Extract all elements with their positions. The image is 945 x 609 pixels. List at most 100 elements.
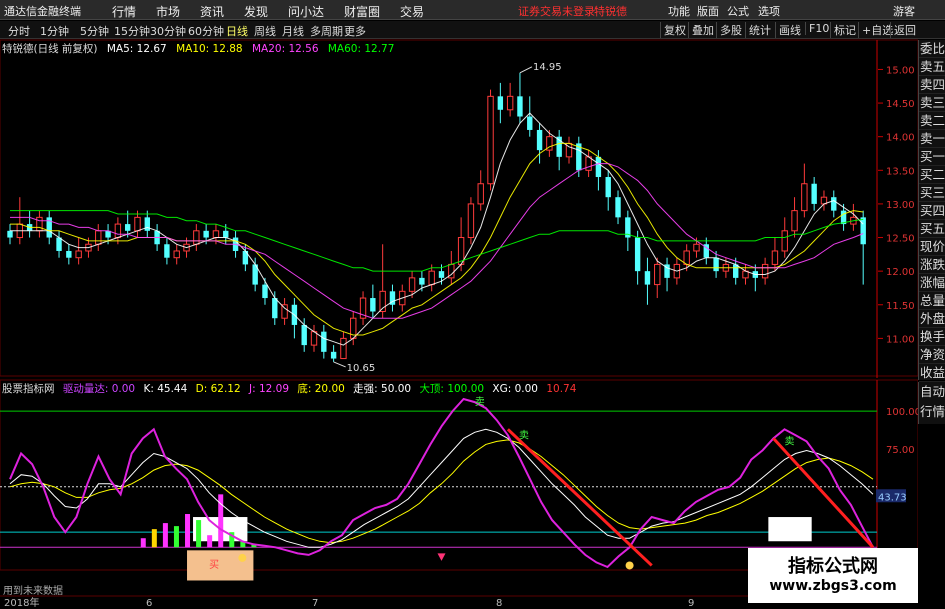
sub-tick-label: 43.73 <box>878 492 907 503</box>
candle-body-up <box>506 95 514 111</box>
candle-body-up <box>585 156 592 171</box>
candle-body-down <box>164 244 170 258</box>
candle-body-up <box>801 183 808 212</box>
candle-body-up <box>771 250 779 265</box>
candle-body-up <box>487 95 494 185</box>
signal-bar <box>185 514 191 548</box>
y-tick-label: 13.50 <box>886 166 915 177</box>
indicator-item: XG: 0.00 <box>492 383 538 395</box>
future-data-note: 用到未来数据 <box>3 586 63 597</box>
lower-side-panel: 自动 行情 <box>918 382 945 424</box>
indicator-item: 走强: 50.00 <box>353 383 412 395</box>
quote-side-panel: 委比 卖五 卖四 卖三 卖二 卖一 买一 买二 买三 买四 买五 现价 涨跌 涨… <box>918 40 945 382</box>
candle-body-up <box>193 230 200 245</box>
y-tick-label: 12.00 <box>886 267 915 278</box>
candle-body-up <box>683 250 690 265</box>
candle-body-down <box>301 324 307 346</box>
main-panel-frame <box>0 39 918 377</box>
panel-item[interactable]: 买五 <box>919 220 945 238</box>
candle-body-up <box>310 331 318 346</box>
panel-item[interactable]: 卖一 <box>919 130 945 148</box>
signal-bar <box>151 529 157 548</box>
low-label: 10.65 <box>347 363 376 374</box>
candle-body-down <box>124 224 131 231</box>
signal-bar <box>207 535 213 548</box>
candle-body-down <box>223 230 229 238</box>
candle-body-down <box>56 237 62 251</box>
panel-item[interactable]: 外盘 <box>919 310 945 328</box>
candle-body-up <box>173 250 180 259</box>
candle-body-down <box>733 264 739 278</box>
signal-bar <box>162 523 168 548</box>
indicator-item: 10.74 <box>546 383 577 395</box>
chart-canvas[interactable]: 11.00 11.50 12.00 12.50 13.00 13.50 14.00 14.50… <box>0 0 918 609</box>
candle-body-up <box>114 223 122 239</box>
candle-body-down <box>7 230 13 238</box>
diamond-marker <box>437 553 446 561</box>
y-tick-label: 14.00 <box>886 133 915 144</box>
panel-item[interactable]: 自动 <box>919 382 945 402</box>
candle-body-up <box>791 210 798 232</box>
panel-item[interactable]: 总量 <box>919 292 945 310</box>
indicator-item: 驱动量达: 0.00 <box>62 383 136 395</box>
series-line-D <box>9 439 874 544</box>
candle-body-down <box>605 177 611 198</box>
candle-body-down <box>634 237 641 272</box>
chart-title: 特锐德(日线 前复权) <box>2 43 98 55</box>
y-tick-label: 11.00 <box>886 334 915 345</box>
indicator-title: 股票指标网 <box>2 383 55 395</box>
x-tick-label: 2018年 <box>4 596 39 609</box>
candle-body-down <box>203 230 209 238</box>
indicator-item: K: 45.44 <box>143 383 188 395</box>
panel-item[interactable]: 卖五 <box>919 58 945 76</box>
panel-item[interactable]: 卖四 <box>919 76 945 94</box>
watermark-url: www.zbgs3.com <box>769 578 897 594</box>
signal-bar <box>140 538 146 548</box>
candle-body-down <box>595 156 602 178</box>
candle-body-down <box>615 197 621 218</box>
panel-item[interactable]: 行情 <box>919 402 945 422</box>
candle-body-up <box>781 230 788 252</box>
ma-line-ma10 <box>10 142 864 336</box>
panel-item[interactable]: 买四 <box>919 202 945 220</box>
sub-tick-label: 75.00 <box>886 445 915 456</box>
series-line-J <box>9 397 874 569</box>
panel-item[interactable]: 收益 <box>919 364 945 382</box>
candle-body-up <box>75 250 82 259</box>
series-line-K <box>9 428 874 548</box>
candle-body-down <box>419 277 425 285</box>
x-tick-label: 6 <box>146 598 152 609</box>
panel-item[interactable]: 卖三 <box>919 94 945 112</box>
candle-body-up <box>654 263 661 286</box>
legend-ma10: MA10: 12.88 <box>176 43 243 55</box>
sell-marker: 卖 <box>475 396 485 408</box>
candle-body-down <box>144 217 150 231</box>
panel-item[interactable]: 涨跌 <box>919 256 945 274</box>
panel-item[interactable]: 买二 <box>919 166 945 184</box>
panel-item[interactable]: 买三 <box>919 184 945 202</box>
bottom-zone-white <box>768 517 812 542</box>
panel-item[interactable]: 涨幅 <box>919 274 945 292</box>
panel-item[interactable]: 卖二 <box>919 112 945 130</box>
candle-body-down <box>831 197 837 211</box>
candle-body-down <box>321 331 327 352</box>
candle-body-down <box>644 271 651 285</box>
candle-body-down <box>262 284 268 299</box>
legend-ma5: MA5: 12.67 <box>106 43 167 55</box>
high-marker <box>519 66 533 74</box>
sub-tick-label: 100.00 <box>886 407 918 418</box>
legend-ma60: MA60: 12.77 <box>327 43 395 55</box>
candle-body-down <box>370 298 376 312</box>
panel-item[interactable]: 净资 <box>919 346 945 364</box>
panel-item[interactable]: 现价 <box>919 238 945 256</box>
candle-body-up <box>408 277 416 292</box>
panel-item[interactable]: 买一 <box>919 148 945 166</box>
candle-body-down <box>713 257 719 272</box>
x-tick-label: 7 <box>312 598 318 609</box>
panel-item[interactable]: 委比 <box>919 40 945 58</box>
panel-item[interactable]: 换手 <box>919 328 945 346</box>
low-marker <box>333 361 346 368</box>
candle-body-down <box>811 183 817 204</box>
trend-line <box>506 428 653 567</box>
candle-body-up <box>340 337 347 360</box>
